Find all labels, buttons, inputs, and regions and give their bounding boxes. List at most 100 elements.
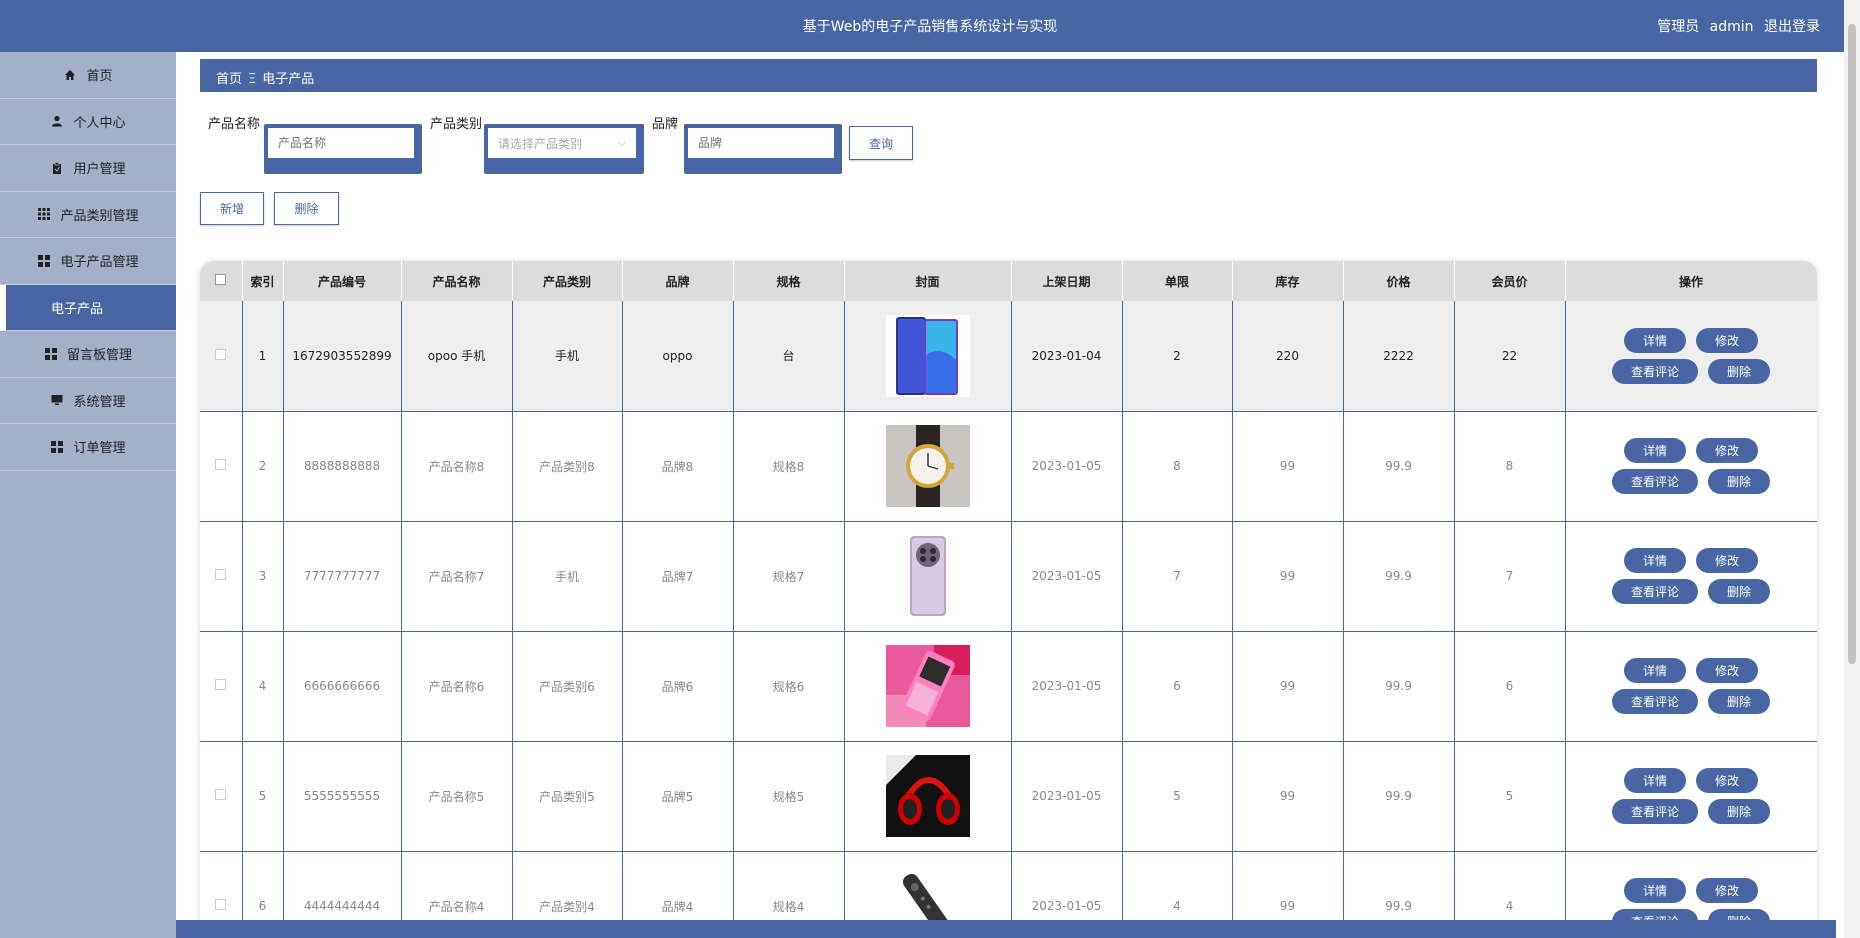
category-cell: 产品类别6 bbox=[512, 631, 623, 742]
delete-selected-button[interactable]: 删除 bbox=[274, 192, 339, 225]
sidebar-item-products[interactable]: 电子产品 bbox=[0, 284, 176, 331]
select-all-cell[interactable] bbox=[200, 261, 243, 301]
top-bar: 基于Web的电子产品销售系统设计与实现 管理员 admin 退出登录 bbox=[0, 0, 1860, 52]
name-cell: opoo 手机 bbox=[401, 301, 513, 412]
delete-button[interactable]: 删除 bbox=[1708, 579, 1770, 604]
sidebar-item-label: 订单管理 bbox=[73, 441, 126, 457]
price-cell: 2222 bbox=[1343, 301, 1455, 412]
brand-label: 品牌 bbox=[652, 117, 679, 132]
member-price-cell: 7 bbox=[1454, 521, 1566, 632]
table-row[interactable]: 2 8888888888 产品名称8 产品类别8 品牌8 规格8 2023-01… bbox=[200, 411, 1817, 522]
table-row[interactable]: 4 6666666666 产品名称6 产品类别6 品牌6 规格6 2023-01… bbox=[200, 631, 1817, 742]
sidebar-item-system[interactable]: 系统管理 bbox=[0, 378, 176, 424]
delete-button[interactable]: 删除 bbox=[1708, 358, 1770, 384]
breadcrumb: 首页 Ξ 电子产品 bbox=[200, 59, 1817, 92]
row-checkbox-cell[interactable] bbox=[200, 411, 243, 522]
row-checkbox[interactable] bbox=[215, 679, 227, 690]
clipboard-icon bbox=[50, 161, 64, 175]
user-icon bbox=[50, 114, 64, 128]
pink-phone-image bbox=[885, 645, 970, 727]
index-cell: 5 bbox=[242, 741, 284, 852]
product-name-input[interactable] bbox=[268, 128, 414, 158]
detail-button[interactable]: 详情 bbox=[1624, 327, 1686, 353]
ops-cell: 详情 修改 查看评论 删除 bbox=[1565, 411, 1817, 522]
limit-cell: 6 bbox=[1122, 631, 1233, 742]
user-name: admin bbox=[1709, 19, 1754, 35]
breadcrumb-home[interactable]: 首页 bbox=[216, 72, 242, 87]
grid9-icon bbox=[37, 207, 51, 221]
page-scrollbar[interactable] bbox=[1844, 0, 1860, 938]
cover-cell bbox=[844, 301, 1012, 412]
delete-button[interactable]: 删除 bbox=[1708, 469, 1770, 494]
phone-blue-image bbox=[885, 314, 970, 397]
products-table: 索引 产品编号 产品名称 产品类别 品牌 规格 封面 上架日期 单限 库存 价格… bbox=[200, 261, 1817, 938]
row-checkbox[interactable] bbox=[215, 789, 227, 800]
add-button[interactable]: 新增 bbox=[200, 192, 264, 225]
detail-button[interactable]: 详情 bbox=[1624, 878, 1686, 903]
select-all-checkbox[interactable] bbox=[215, 274, 227, 285]
product-category-select[interactable]: 请选择产品类别 ⌵ bbox=[488, 128, 636, 158]
limit-cell: 7 bbox=[1122, 521, 1233, 632]
row-checkbox[interactable] bbox=[215, 899, 227, 910]
edit-button[interactable]: 修改 bbox=[1696, 878, 1758, 903]
brand-input[interactable] bbox=[688, 128, 834, 158]
view-comments-button[interactable]: 查看评论 bbox=[1612, 358, 1698, 384]
sidebar-item-users[interactable]: 用户管理 bbox=[0, 145, 176, 192]
table-row[interactable]: 3 7777777777 产品名称7 手机 品牌7 规格7 2023-01-05… bbox=[200, 521, 1817, 632]
detail-button[interactable]: 详情 bbox=[1624, 768, 1686, 793]
row-checkbox[interactable] bbox=[215, 459, 227, 470]
sidebar-item-categories[interactable]: 产品类别管理 bbox=[0, 192, 176, 238]
row-checkbox[interactable] bbox=[215, 569, 227, 580]
row-checkbox-cell[interactable] bbox=[200, 301, 243, 412]
scrollbar-thumb[interactable] bbox=[1848, 24, 1856, 664]
date-cell: 2023-01-05 bbox=[1011, 411, 1123, 522]
row-checkbox[interactable] bbox=[215, 348, 227, 360]
category-cell: 产品类别8 bbox=[512, 411, 623, 522]
row-checkbox-cell[interactable] bbox=[200, 631, 243, 742]
detail-button[interactable]: 详情 bbox=[1624, 658, 1686, 683]
column-header: 封面 bbox=[844, 261, 1012, 301]
member-price-cell: 22 bbox=[1454, 301, 1566, 412]
detail-button[interactable]: 详情 bbox=[1624, 438, 1686, 463]
code-cell: 6666666666 bbox=[283, 631, 402, 742]
price-cell: 99.9 bbox=[1343, 411, 1455, 522]
view-comments-button[interactable]: 查看评论 bbox=[1612, 469, 1698, 494]
column-header: 上架日期 bbox=[1011, 261, 1123, 301]
name-cell: 产品名称7 bbox=[401, 521, 513, 632]
edit-button[interactable]: 修改 bbox=[1696, 768, 1758, 793]
row-checkbox-cell[interactable] bbox=[200, 741, 243, 852]
user-role: 管理员 bbox=[1657, 19, 1700, 35]
grid4-icon bbox=[50, 440, 64, 454]
query-button[interactable]: 查询 bbox=[849, 126, 913, 160]
view-comments-button[interactable]: 查看评论 bbox=[1612, 689, 1698, 714]
table-row[interactable]: 5 5555555555 产品名称5 产品类别5 品牌5 规格5 2023-01… bbox=[200, 741, 1817, 852]
edit-button[interactable]: 修改 bbox=[1696, 658, 1758, 683]
sidebar-item-messages[interactable]: 留言板管理 bbox=[0, 331, 176, 378]
row-checkbox-cell[interactable] bbox=[200, 521, 243, 632]
table-row[interactable]: 1 1672903552899 opoo 手机 手机 oppo 台 2023-0… bbox=[200, 301, 1817, 412]
view-comments-button[interactable]: 查看评论 bbox=[1612, 799, 1698, 824]
spec-cell: 规格8 bbox=[733, 411, 845, 522]
monitor-icon bbox=[50, 393, 64, 407]
sidebar-item-label: 电子产品管理 bbox=[60, 255, 139, 271]
sidebar-item-profile[interactable]: 个人中心 bbox=[0, 99, 176, 145]
edit-button[interactable]: 修改 bbox=[1696, 327, 1758, 353]
name-cell: 产品名称8 bbox=[401, 411, 513, 522]
edit-button[interactable]: 修改 bbox=[1696, 438, 1758, 463]
detail-button[interactable]: 详情 bbox=[1624, 548, 1686, 573]
delete-button[interactable]: 删除 bbox=[1708, 689, 1770, 714]
stock-cell: 99 bbox=[1232, 411, 1344, 522]
delete-button[interactable]: 删除 bbox=[1708, 799, 1770, 824]
view-comments-button[interactable]: 查看评论 bbox=[1612, 579, 1698, 604]
cover-cell bbox=[844, 411, 1012, 522]
sidebar-item-orders[interactable]: 订单管理 bbox=[0, 424, 176, 471]
logout-link[interactable]: 退出登录 bbox=[1764, 19, 1820, 35]
code-cell: 1672903552899 bbox=[283, 301, 402, 412]
price-cell: 99.9 bbox=[1343, 741, 1455, 852]
column-header: 规格 bbox=[733, 261, 845, 301]
stock-cell: 99 bbox=[1232, 741, 1344, 852]
stock-cell: 220 bbox=[1232, 301, 1344, 412]
edit-button[interactable]: 修改 bbox=[1696, 548, 1758, 573]
sidebar-item-products-mgmt[interactable]: 电子产品管理 bbox=[0, 238, 176, 285]
sidebar-item-home[interactable]: 首页 bbox=[0, 52, 176, 99]
